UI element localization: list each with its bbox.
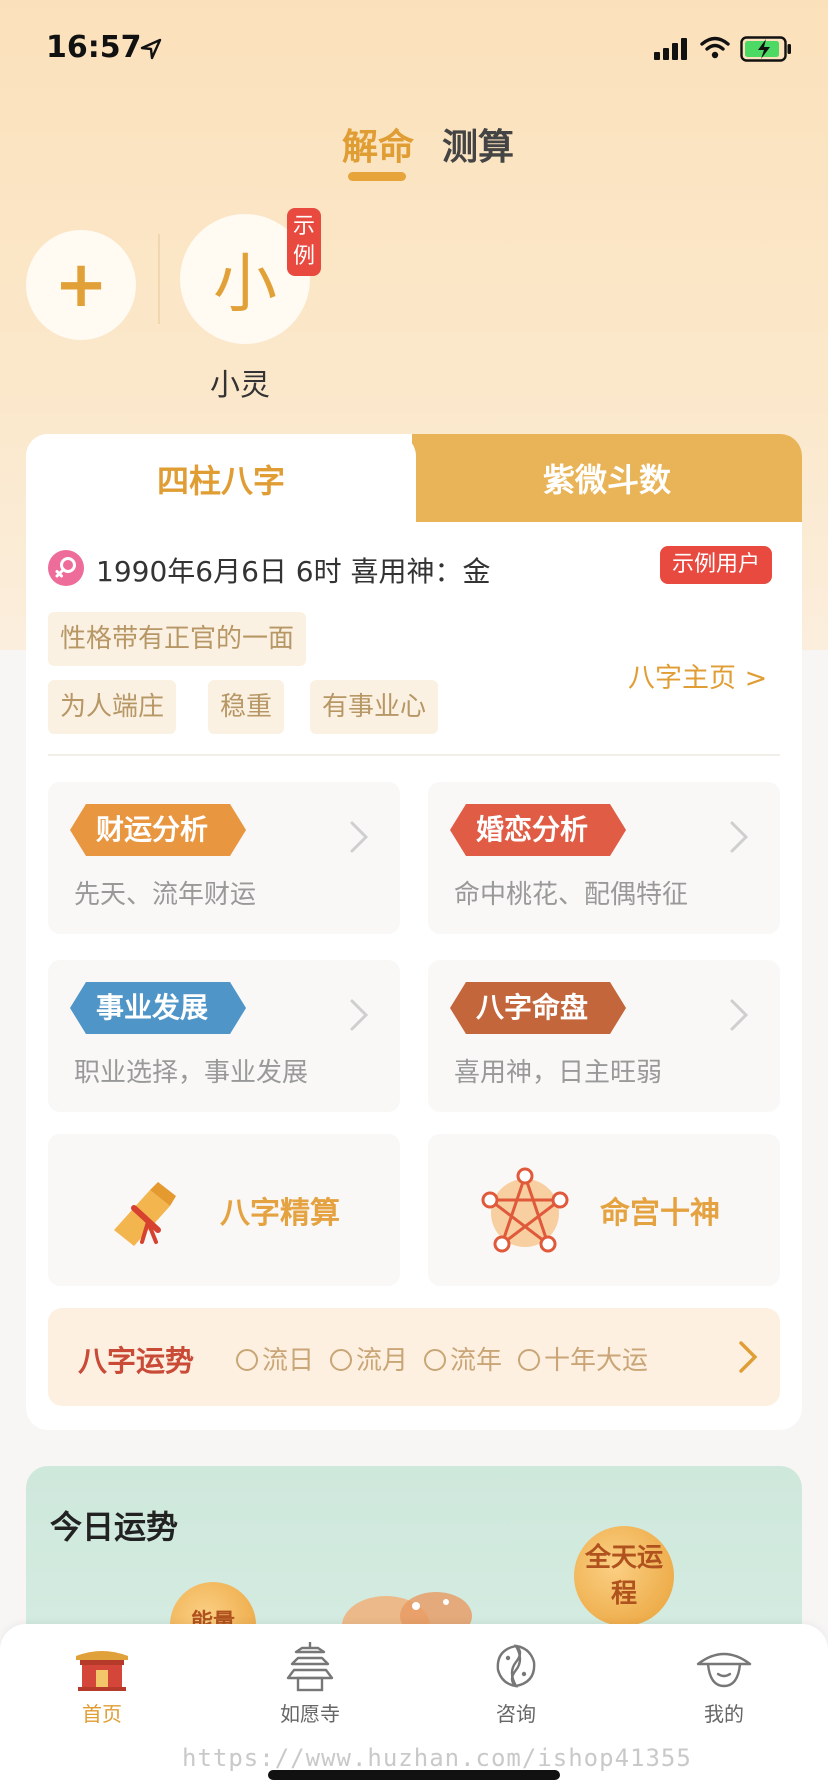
female-gender-icon <box>48 550 84 586</box>
feature-subtitle: 职业选择，事业发展 <box>74 1058 309 1088</box>
profile-divider <box>158 234 160 324</box>
watermark-text: https://www.huzhan.com/ishop41355 <box>182 1744 692 1772</box>
pentagram-icon <box>481 1167 569 1253</box>
nav-consult[interactable]: 咨询 <box>456 1640 576 1727</box>
birth-info: 1990年6月6日 6时 喜用神：金 <box>96 555 491 588</box>
status-time: 16:57 <box>46 30 142 65</box>
bazi-home-link[interactable]: 八字主页 > <box>628 656 767 695</box>
tab-sizhu-bazi[interactable]: 四柱八字 <box>26 434 416 524</box>
tab-ziwei[interactable]: 紫微斗数 <box>412 434 802 522</box>
chevron-right-icon <box>739 1341 758 1373</box>
chevron-right-icon <box>350 999 369 1031</box>
home-indicator <box>268 1770 560 1780</box>
fortune-option[interactable]: 流日 <box>236 1340 314 1377</box>
allday-fortune-ball[interactable]: 全天运程 <box>574 1526 674 1626</box>
bazi-card: 紫微斗数 四柱八字 1990年6月6日 6时 喜用神：金 示例用户 性格带有正官… <box>26 434 802 1430</box>
profile-name: 小灵 <box>210 368 270 403</box>
temple-icon <box>76 1651 128 1691</box>
nav-mine[interactable]: 我的 <box>664 1640 784 1727</box>
feature-subtitle: 先天、流年财运 <box>74 880 257 910</box>
nav-label: 咨询 <box>496 1702 536 1726</box>
trait-tag: 性格带有正官的一面 <box>48 612 307 666</box>
big-feature-label: 八字精算 <box>220 1196 340 1231</box>
feature-title: 婚恋分析 <box>450 804 626 856</box>
chevron-right-icon <box>730 999 749 1031</box>
nav-label: 如愿寺 <box>280 1702 340 1726</box>
fortune-option[interactable]: 十年大运 <box>518 1340 648 1377</box>
check-circle-icon <box>330 1349 352 1371</box>
scroll-icon <box>114 1182 176 1246</box>
hat-icon <box>696 1652 752 1688</box>
check-circle-icon <box>236 1349 258 1371</box>
feature-subtitle: 命中桃花、配偶特征 <box>454 880 689 910</box>
tab-underline <box>348 172 406 181</box>
feature-marriage-analysis[interactable]: 婚恋分析 命中桃花、配偶特征 <box>428 782 780 934</box>
example-badge: 示例 <box>287 208 321 276</box>
battery-charging-icon <box>740 36 791 62</box>
card-divider <box>48 754 780 756</box>
feature-title: 事业发展 <box>70 982 246 1034</box>
nav-ruyuan-temple[interactable]: 如愿寺 <box>250 1640 370 1727</box>
status-bar: 16:57 <box>0 0 828 100</box>
big-feature-label: 命宫十神 <box>600 1196 720 1231</box>
nav-home[interactable]: 首页 <box>42 1640 162 1727</box>
feature-subtitle: 喜用神，日主旺弱 <box>454 1058 663 1088</box>
check-circle-icon <box>518 1349 540 1371</box>
check-circle-icon <box>424 1349 446 1371</box>
today-title: 今日运势 <box>50 1508 179 1546</box>
trait-tag: 稳重 <box>208 680 285 734</box>
feature-minggong-shishen[interactable]: 命宫十神 <box>428 1134 780 1286</box>
trait-tag: 为人端庄 <box>48 680 177 734</box>
tab-jieming[interactable]: 解命 <box>342 118 414 170</box>
feature-wealth-analysis[interactable]: 财运分析 先天、流年财运 <box>48 782 400 934</box>
feature-title: 八字命盘 <box>450 982 626 1034</box>
bazi-fortune-bar[interactable]: 八字运势 流日 流月 流年 十年大运 <box>48 1308 780 1406</box>
chevron-right-icon <box>730 821 749 853</box>
trait-tag: 有事业心 <box>310 680 439 734</box>
feature-bazi-chart[interactable]: 八字命盘 喜用神，日主旺弱 <box>428 960 780 1112</box>
feature-bazi-precise[interactable]: 八字精算 <box>48 1134 400 1286</box>
pagoda-icon <box>286 1642 334 1692</box>
feature-title: 财运分析 <box>70 804 246 856</box>
signal-icon <box>654 38 687 60</box>
fortune-option[interactable]: 流年 <box>424 1340 502 1377</box>
location-arrow-icon <box>140 38 162 60</box>
demo-user-tag: 示例用户 <box>660 546 773 584</box>
tab-cesuan[interactable]: 测算 <box>442 118 514 170</box>
feature-career[interactable]: 事业发展 职业选择，事业发展 <box>48 960 400 1112</box>
fortune-title: 八字运势 <box>78 1344 195 1378</box>
fish-icon <box>496 1644 536 1688</box>
nav-label: 我的 <box>704 1702 744 1726</box>
wifi-icon <box>700 36 730 59</box>
add-profile-button[interactable]: + <box>26 230 136 340</box>
nav-label: 首页 <box>82 1702 122 1726</box>
chevron-right-icon <box>350 821 369 853</box>
fortune-option[interactable]: 流月 <box>330 1340 408 1377</box>
